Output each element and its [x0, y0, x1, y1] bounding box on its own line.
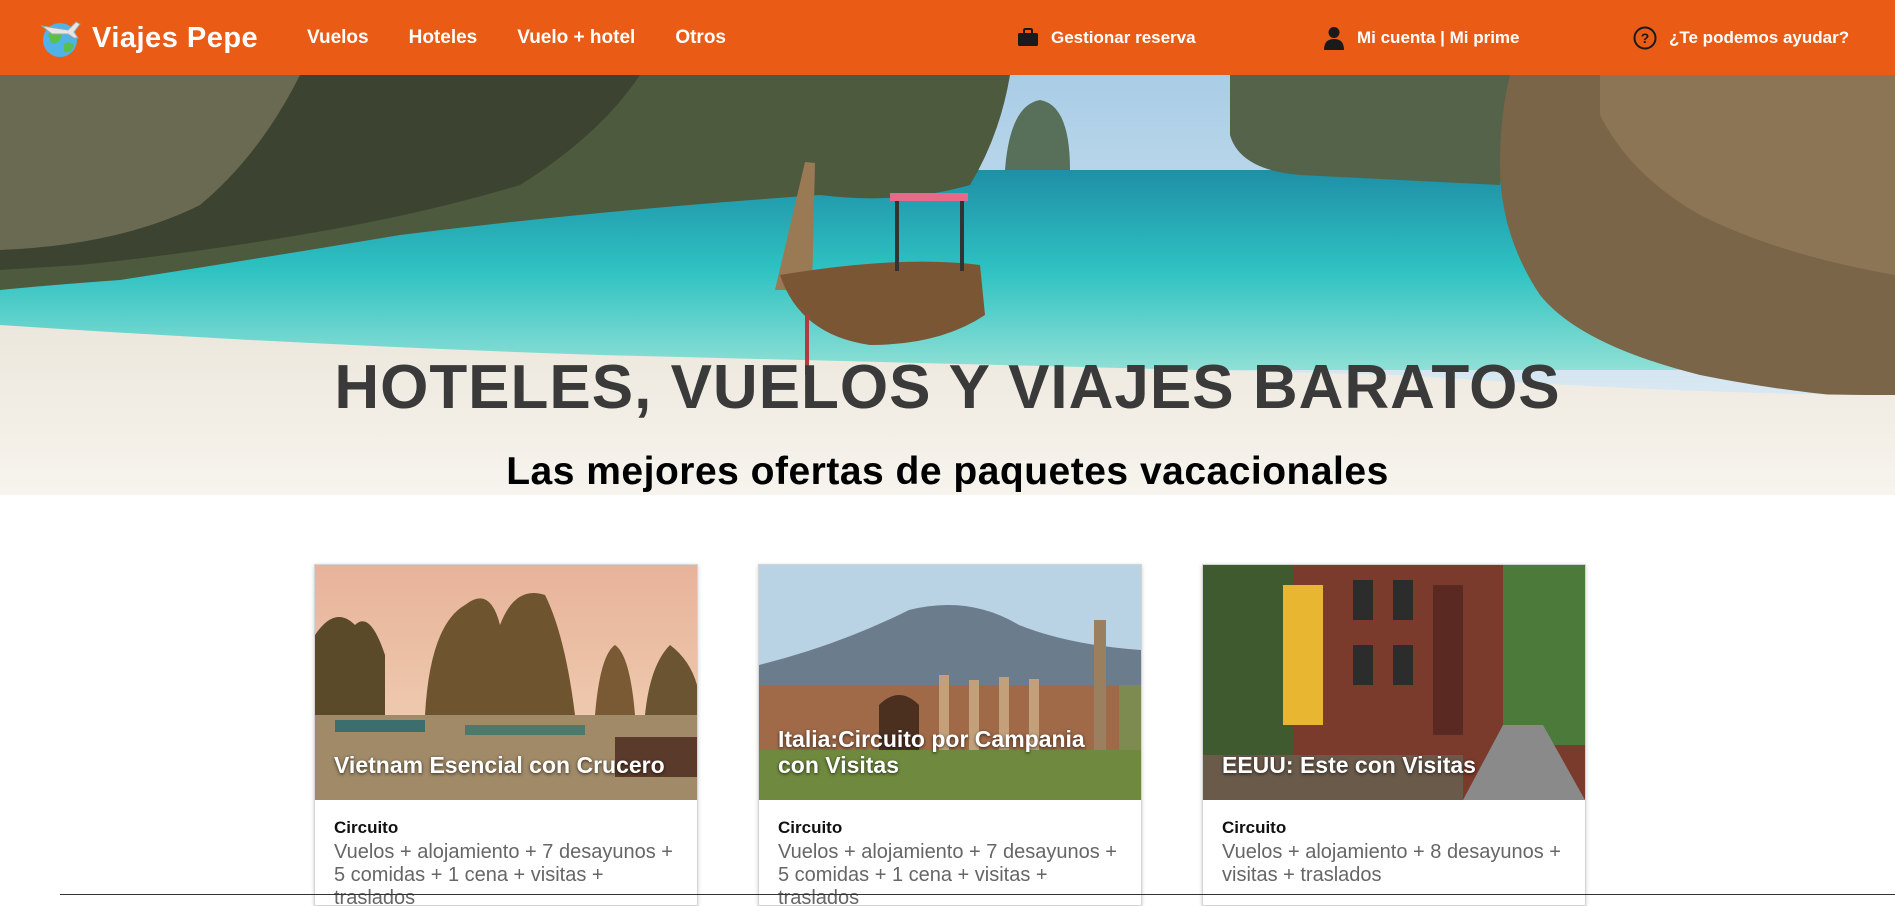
hero-title: HOTELES, VUELOS Y VIAJES BARATOS: [334, 353, 1561, 422]
brand-name: Viajes Pepe: [92, 21, 259, 54]
top-navigation-bar: Viajes Pepe Vuelos Hoteles Vuelo + hotel…: [0, 0, 1895, 75]
user-icon: [1324, 26, 1344, 50]
brand-logo-link[interactable]: Viajes Pepe: [38, 16, 258, 60]
offer-card-vietnam[interactable]: Vietnam Esencial con Crucero Circuito Vu…: [314, 564, 698, 906]
svg-text:?: ?: [1641, 30, 1650, 46]
card-type: Circuito: [778, 818, 843, 837]
card-image: EEUU: Este con Visitas: [1203, 565, 1585, 800]
nav-hoteles[interactable]: Hoteles: [409, 27, 478, 49]
briefcase-icon: [1018, 28, 1038, 46]
hero-banner: HOTELES, VUELOS Y VIAJES BARATOS Las mej…: [0, 75, 1895, 495]
globe-plane-logo: [38, 16, 82, 60]
nav-otros[interactable]: Otros: [675, 27, 726, 49]
hero-subtitle: Las mejores ofertas de paquetes vacacion…: [506, 450, 1389, 493]
offer-card-italia[interactable]: Italia:Circuito por Campania con Visitas…: [758, 564, 1142, 906]
card-description: Vuelos + alojamiento + 7 desayunos + 5 c…: [778, 841, 1117, 906]
manage-booking-link[interactable]: Gestionar reserva: [1017, 0, 1196, 75]
card-type: Circuito: [1222, 818, 1287, 837]
help-label: ¿Te podemos ayudar?: [1669, 27, 1850, 47]
help-link[interactable]: ? ¿Te podemos ayudar?: [1633, 0, 1849, 75]
card-image: Vietnam Esencial con Crucero: [315, 565, 697, 800]
nav-vuelo-hotel[interactable]: Vuelo + hotel: [517, 27, 635, 49]
card-image: Italia:Circuito por Campania con Visitas: [759, 565, 1141, 800]
account-label: Mi cuenta | Mi prime: [1357, 27, 1520, 47]
nav-vuelos[interactable]: Vuelos: [307, 27, 369, 49]
card-caption: Italia:Circuito por Campania con Visitas: [778, 726, 1085, 778]
help-circle-icon: ?: [1633, 26, 1657, 49]
card-description: Vuelos + alojamiento + 8 desayunos + vis…: [1222, 841, 1561, 886]
hero-beach-image: [0, 75, 1895, 495]
main-nav: Vuelos Hoteles Vuelo + hotel Otros: [307, 0, 766, 75]
card-type: Circuito: [334, 818, 399, 837]
card-caption: Vietnam Esencial con Crucero: [334, 752, 665, 778]
manage-booking-label: Gestionar reserva: [1051, 27, 1196, 47]
card-description: Vuelos + alojamiento + 7 desayunos + 5 c…: [334, 841, 673, 906]
offer-card-eeuu[interactable]: EEUU: Este con Visitas Circuito Vuelos +…: [1202, 564, 1586, 906]
account-link[interactable]: Mi cuenta | Mi prime: [1323, 0, 1520, 75]
card-caption: EEUU: Este con Visitas: [1222, 752, 1476, 778]
